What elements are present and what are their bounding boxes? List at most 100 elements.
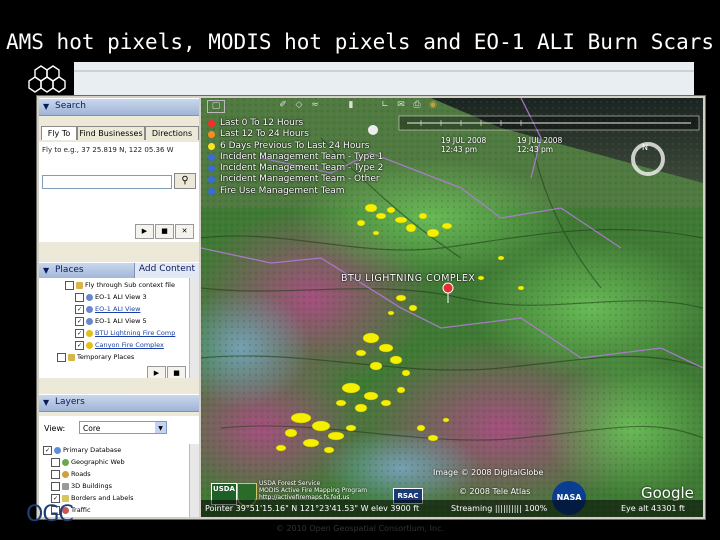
print-icon[interactable]: ⎙	[411, 100, 423, 111]
map-toolbar: ▢ ✐ ◇ ≈ ▮ ∟ ✉ ⎙ ◉	[201, 98, 703, 114]
checkbox[interactable]: ✓	[75, 316, 84, 326]
search-panel-title: Search	[55, 101, 86, 111]
time-end-value: 12:43 pm	[517, 145, 554, 154]
collapse-triangle-icon[interactable]: ▼	[43, 266, 49, 275]
legend-label: Incident Management Team - Other	[220, 174, 380, 185]
search-panel-header[interactable]: ▼ Search	[39, 98, 199, 116]
legend-label: Incident Management Team - Type 1	[220, 151, 384, 162]
time-start: 19 JUL 2008 12:43 pm	[441, 136, 486, 154]
list-item[interactable]: ✓ Canyon Fire Complex	[75, 340, 164, 351]
collapse-triangle-icon[interactable]: ▼	[43, 102, 49, 111]
search-controls: ▶ ■ ✕	[135, 224, 195, 239]
streaming-status: Streaming |||||||||| 100%	[451, 504, 548, 513]
scrollbar[interactable]	[189, 278, 199, 378]
list-item[interactable]: Fly through Sub context file	[65, 280, 175, 291]
checkbox[interactable]	[65, 280, 74, 290]
search-icon[interactable]: ⚲	[174, 173, 196, 189]
polygon-tool-icon[interactable]: ◇	[293, 100, 305, 111]
checkbox[interactable]: ✓	[43, 445, 52, 455]
play-icon[interactable]: ▶	[147, 366, 166, 378]
checkbox[interactable]	[51, 457, 60, 467]
checkbox[interactable]	[51, 481, 60, 491]
red-dot-icon	[208, 120, 215, 127]
slide-title: AMS hot pixels, MODIS hot pixels and EO-…	[5, 30, 714, 54]
web-icon	[62, 458, 69, 466]
pointer-coordinates: Pointer 39°51'15.16" N 121°23'41.53" W e…	[205, 504, 420, 513]
road-icon	[62, 470, 69, 478]
ruler-icon[interactable]: ∟	[379, 100, 391, 111]
checkbox[interactable]: ✓	[75, 328, 84, 338]
email-icon[interactable]: ✉	[395, 100, 407, 111]
list-item[interactable]: ✓ EO-1 ALI View	[75, 304, 140, 315]
tour-icon[interactable]: ▮	[345, 100, 357, 111]
list-item[interactable]: ✓ EO-1 ALI View 5	[75, 316, 147, 327]
border-icon	[62, 494, 69, 502]
search-body: Fly to e.g., 37 25.819 N, 122 05.36 W ⚲ …	[39, 142, 199, 242]
fly-to-input[interactable]	[42, 175, 172, 189]
tab-fly-to[interactable]: Fly To	[41, 126, 77, 140]
legend-label: Fire Use Management Team	[220, 185, 345, 196]
list-item[interactable]: EO-1 ALI View 3	[75, 292, 147, 303]
path-tool-icon[interactable]: ≈	[309, 100, 321, 111]
chevron-down-icon[interactable]: ▼	[155, 422, 166, 433]
date-end: 19 JUL 2008	[517, 136, 563, 145]
place-label[interactable]: BTU LIGHTNING COMPLEX	[341, 273, 475, 284]
top-strip	[74, 62, 694, 97]
list-item[interactable]: 3D Buildings	[51, 481, 112, 492]
list-item-label: Fly through Sub context file	[85, 281, 175, 289]
places-panel-title: Places	[55, 265, 84, 275]
layers-view-row: View: Core ▼	[39, 416, 199, 444]
usfs-credit: USDA Forest Service MODIS Active Fire Ma…	[259, 480, 367, 501]
list-item-label: 3D Buildings	[71, 482, 112, 490]
play-icon[interactable]: ▶	[135, 224, 154, 239]
sidebar-toggle-icon[interactable]: ▢	[207, 100, 225, 113]
list-item[interactable]: ✓ Primary Database	[43, 445, 121, 456]
legend-label: 6 Days Previous To Last 24 Hours	[220, 140, 370, 151]
checkbox[interactable]	[75, 292, 84, 302]
legend-label: Last 0 To 12 Hours	[220, 118, 304, 128]
legend-item: Last 0 To 12 Hours	[206, 118, 383, 129]
compass-icon[interactable]: N	[631, 142, 665, 176]
legend-item: Incident Management Team - Other	[206, 174, 383, 185]
list-item[interactable]: ✓ BTU Lightning Fire Comp	[75, 328, 175, 339]
layers-panel-header[interactable]: ▼ Layers	[39, 394, 199, 412]
fire-icon	[86, 329, 93, 337]
places-controls: ▶ ■	[135, 366, 195, 378]
orange-dot-icon	[208, 131, 215, 139]
time-start-value: 12:43 pm	[441, 145, 478, 154]
tab-directions[interactable]: Directions	[145, 126, 199, 140]
sidebar: ▼ Search Fly To Find Businesses Directio…	[39, 98, 199, 517]
fire-icon	[86, 341, 93, 349]
map-legend: Last 0 To 12 Hours Last 12 To 24 Hours 6…	[206, 118, 383, 197]
legend-item: Fire Use Management Team	[206, 186, 383, 197]
close-icon[interactable]: ✕	[175, 224, 194, 239]
team-icon	[208, 165, 215, 173]
layers-panel-title: Layers	[55, 397, 85, 407]
placemark-tool-icon[interactable]: ✐	[277, 100, 289, 111]
globe-icon	[54, 446, 61, 454]
usfs-credit-line: MODIS Active Fire Mapping Program	[259, 487, 368, 494]
search-tabs: Fly To Find Businesses Directions	[39, 126, 199, 140]
list-item-label: Canyon Fire Complex	[95, 341, 164, 349]
link-icon	[86, 293, 93, 301]
checkbox[interactable]	[57, 352, 66, 362]
collapse-triangle-icon[interactable]: ▼	[43, 398, 49, 407]
legend-label: Incident Management Team - Type 2	[220, 163, 384, 174]
list-item[interactable]: Temporary Places	[57, 352, 134, 363]
list-item-label: Primary Database	[63, 446, 122, 454]
scrollbar[interactable]	[189, 444, 199, 517]
folder-icon	[68, 353, 75, 361]
list-item[interactable]: Geographic Web	[51, 457, 125, 468]
checkbox[interactable]: ✓	[75, 340, 84, 350]
view-select[interactable]: Core ▼	[79, 421, 167, 434]
link-icon	[86, 305, 93, 313]
checkbox[interactable]: ✓	[75, 304, 84, 314]
map-view[interactable]: ▢ ✐ ◇ ≈ ▮ ∟ ✉ ⎙ ◉ Last 0 To 12 Hours Las…	[201, 98, 703, 517]
list-item[interactable]: Roads	[51, 469, 91, 480]
stop-icon[interactable]: ■	[155, 224, 174, 239]
maps-icon[interactable]: ◉	[427, 100, 439, 111]
view-label: View:	[44, 424, 66, 433]
tab-find-businesses[interactable]: Find Businesses	[77, 126, 145, 140]
stop-icon[interactable]: ■	[167, 366, 186, 378]
checkbox[interactable]	[51, 469, 60, 479]
